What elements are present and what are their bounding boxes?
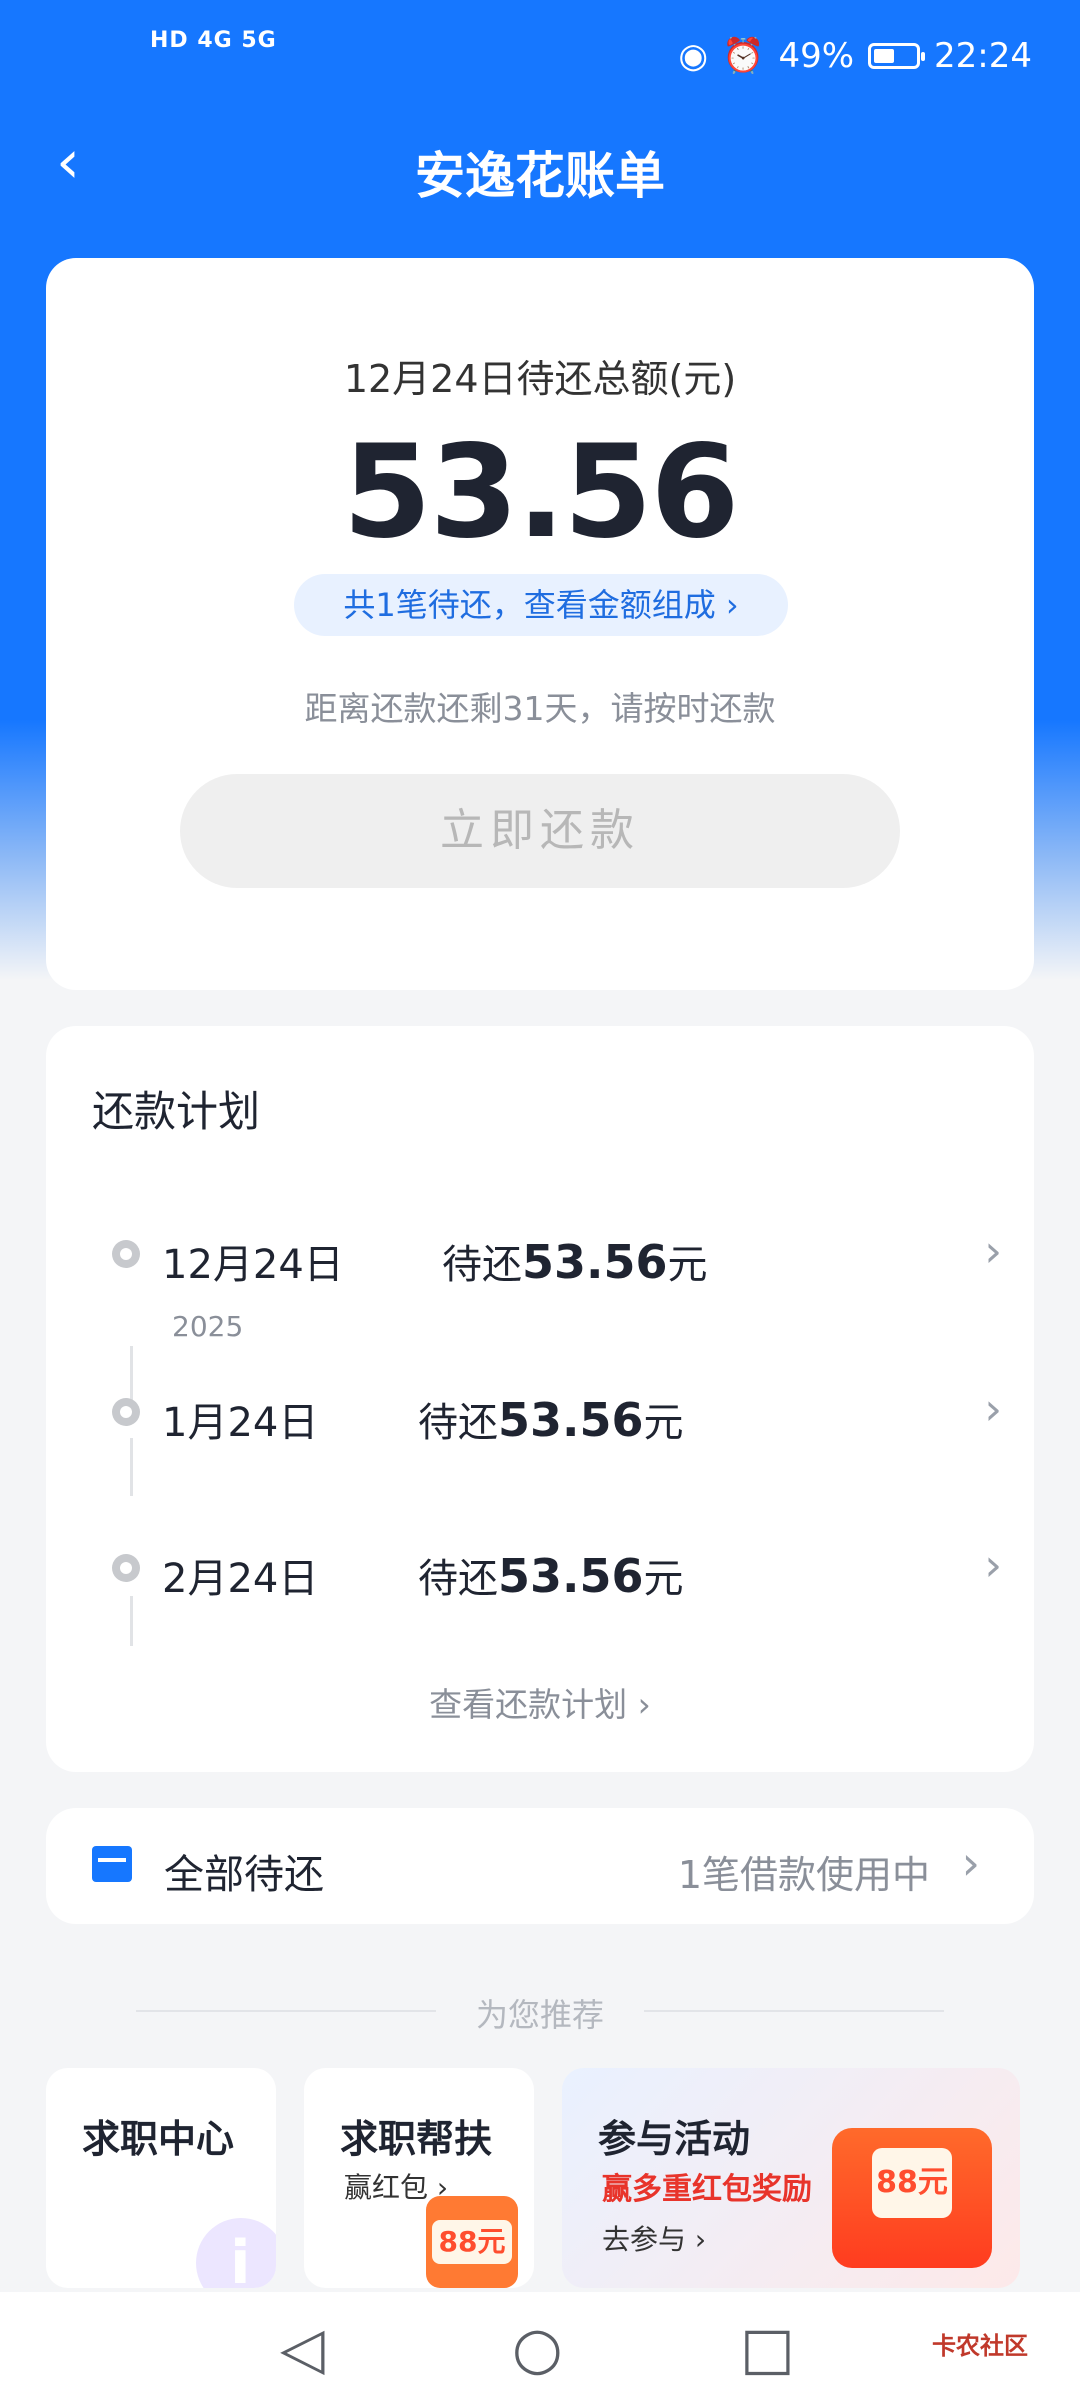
plan-row[interactable]: 2月24日 待还53.56元 › [112,1534,1012,1614]
plan-due-prefix: 待还 [418,1556,498,1602]
plan-heading: 还款计划 [92,1087,261,1136]
battery-icon [868,43,926,69]
due-total-label: 12月24日待还总额(元) [343,357,737,401]
activity-tile[interactable]: 参与活动 赢多重红包奖励 去参与 › 88元 [562,2068,1020,2288]
plan-due-amount: 53.56 [522,1235,668,1289]
chevron-right-icon: › [984,1384,1002,1435]
plan-due: 待还53.56元 [418,1390,684,1448]
plan-due-prefix: 待还 [418,1400,498,1446]
tile-title: 求职帮扶 [340,2117,493,2161]
timeline-dot [112,1398,140,1426]
nav-bar: ‹ 安逸花账单 [0,110,1080,220]
chevron-right-icon: › [984,1226,1002,1277]
clock: 22:24 [934,36,1032,76]
recommend-divider: 为您推荐 [0,1986,1080,2036]
countdown-note: 距离还款还剩31天，请按时还款 [304,689,776,728]
gift-box-icon: 88元 [832,2128,992,2268]
watermark-logo: 卡农社区 [932,2332,1028,2360]
recommend-heading: 为您推荐 [475,1996,604,2034]
system-nav-bar: ◁ ○ □ 卡农社区 [0,2292,1080,2400]
plan-date: 2月24日 [162,1556,319,1602]
timeline-dot [112,1554,140,1582]
plan-row[interactable]: 1月24日 待还53.56元 › [112,1378,1012,1458]
plan-due-amount: 53.56 [498,1393,644,1447]
plan-date: 12月24日 [162,1242,344,1288]
page-title: 安逸花账单 [415,147,665,205]
due-total-amount: 53.56 [342,418,740,567]
job-center-tile[interactable]: 求职中心 i [46,2068,276,2288]
year-label: 2025 [172,1310,244,1343]
tile-title: 求职中心 [82,2117,235,2161]
plan-due-unit: 元 [667,1242,708,1288]
plan-due: 待还53.56元 [418,1546,684,1604]
amount-breakdown-link[interactable]: 共1笔待还，查看金额组成 › [294,574,788,636]
info-icon: i [196,2218,276,2288]
plan-due-amount: 53.56 [498,1549,644,1603]
join-link[interactable]: 去参与 › [602,2218,706,2258]
all-due-status: 1笔借款使用中 [677,1853,930,1897]
all-due-row[interactable]: 全部待还 1笔借款使用中 › [46,1808,1034,1924]
job-assist-tile[interactable]: 求职帮扶 赢红包 › 88元 [304,2068,534,2288]
status-bar: HD 4G 5G ◉ ⏰ 49% 22:24 [0,0,1080,120]
tile-title: 参与活动 [598,2117,751,2161]
alarm-icon: ⏰ [722,36,765,76]
bill-summary-card: 12月24日待还总额(元) 53.56 共1笔待还，查看金额组成 › 距离还款还… [46,258,1034,990]
coupon-value: 88元 [432,2220,512,2264]
chevron-right-icon: › [961,1836,980,1890]
coupon-value: 88元 [872,2148,952,2218]
nav-home-button[interactable]: ○ [512,2314,563,2382]
tile-subtitle: 赢多重红包奖励 [602,2172,812,2207]
plan-date: 1月24日 [162,1400,319,1446]
plan-due: 待还53.56元 [442,1232,708,1290]
nav-back-button[interactable]: ◁ [280,2314,325,2382]
repay-now-button[interactable]: 立即还款 [180,774,900,888]
signal-indicator: HD 4G 5G [150,28,277,53]
nav-recent-button[interactable]: □ [740,2314,795,2382]
timeline-dot [112,1240,140,1268]
plan-due-prefix: 待还 [442,1242,522,1288]
plan-row[interactable]: 12月24日 待还53.56元 › [112,1220,1012,1300]
divider-line [644,2010,944,2012]
plan-due-unit: 元 [643,1556,684,1602]
wallet-icon [92,1846,132,1882]
all-due-label: 全部待还 [164,1852,324,1898]
red-packet-icon: 88元 [426,2196,518,2288]
view-plan-link[interactable]: 查看还款计划 › [46,1678,1034,1726]
plan-due-unit: 元 [643,1400,684,1446]
battery-percent: 49% [778,36,855,76]
repayment-plan-card: 还款计划 12月24日 待还53.56元 › 2025 1月24日 待还53.5… [46,1026,1034,1772]
eye-icon: ◉ [678,36,709,76]
chevron-right-icon: › [984,1540,1002,1591]
